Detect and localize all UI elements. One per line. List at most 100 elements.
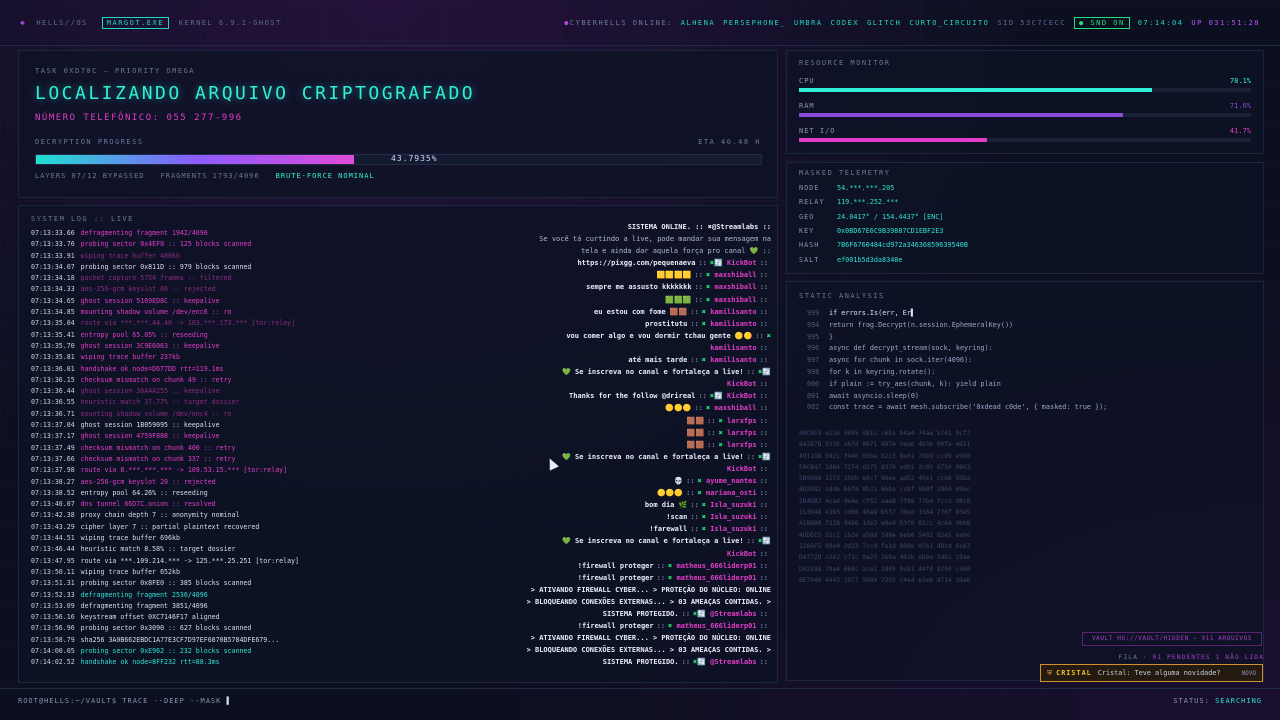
chat-text: 🟫🟫: [686, 428, 705, 437]
progress-fill: [36, 155, 355, 164]
online-user[interactable]: GLITCH: [867, 19, 901, 27]
chat-separator: ::: [759, 404, 768, 413]
command-prompt[interactable]: ROOT@HELLS:~/VAULT$ TRACE --DEEP --MASK …: [18, 697, 232, 705]
chat-text: !firewall proteger: [577, 561, 654, 570]
status-label: STATUS:: [1173, 697, 1210, 705]
chat-badge-icon: ✖🔄: [758, 368, 771, 377]
line-number: 995: [807, 332, 820, 341]
line-number: 000: [807, 379, 820, 388]
log-message: keystream offset 0XC7146F17 aligned: [80, 613, 220, 622]
log-timestamp: 07:13:33.76: [31, 240, 75, 249]
chat-separator: ::: [755, 331, 764, 340]
chat-badge-icon: ✖🔄: [758, 537, 771, 546]
chat-text: SISTEMA PROTEGIDO.: [602, 610, 679, 618]
chat-username: maxshiball: [714, 271, 757, 280]
clock: 07:14:04: [1137, 18, 1184, 27]
log-timestamp: 07:13:47.95: [31, 556, 75, 565]
log-timestamp: 07:14:00.05: [31, 646, 75, 655]
log-message: entropy pool 64.26% :: reseeding: [80, 488, 208, 497]
online-user[interactable]: CURTO_CIRCUITO: [909, 19, 989, 27]
chat-text: 🟡🟡🟡: [665, 404, 692, 413]
log-message: cipher layer 7 :: partial plaintext reco…: [80, 522, 260, 531]
chat-username: maxshiball: [714, 404, 757, 413]
hex-line: D0258A 79a4 068c ac61 3d05 9c01 d4fd 875…: [799, 565, 971, 573]
log-message: checksum mismatch on chunk 49 :: retry: [80, 375, 232, 384]
chat-separator: ::: [759, 489, 768, 498]
telemetry-value: 7B6F6760484cd972a34636859639540B: [837, 241, 968, 249]
chat-separator: ::: [759, 622, 768, 631]
chat-separator: ::: [759, 573, 768, 582]
log-timestamp: 07:13:36.55: [31, 398, 75, 407]
online-user[interactable]: PERSEPHONE_: [723, 19, 786, 27]
top-bar: ◈ HELLS//OS MARGOT.EXE KERNEL 6.9.1-GHOS…: [0, 0, 1280, 46]
phone-number: NÚMERO TELEFÔNICO: 055 277-996: [35, 113, 243, 123]
line-number: 002: [807, 403, 820, 412]
chat-badge-icon: ✖🔄: [758, 452, 771, 461]
vault-badge[interactable]: VAULT HG://VAULT/HIDDEN — 911 ARQUIVOS: [1082, 632, 1262, 646]
chat-separator: ::: [759, 610, 768, 618]
chat-text: !scan: [666, 513, 688, 522]
chat-username: larxfps: [727, 440, 757, 449]
chat-badge-icon: ✖🔄: [693, 610, 706, 618]
chat-username: KickBot: [727, 380, 757, 389]
sound-toggle[interactable]: ● SND ON: [1073, 16, 1130, 29]
chat-message: !farewall:: ✖ Isla_suzuki::: [489, 523, 771, 535]
log-line: 07:13:35.70 ghost session 3C9E6063 :: kee…: [31, 341, 501, 352]
telemetry-key: HASH: [799, 241, 820, 249]
chat-separator: ::: [759, 271, 768, 280]
cpu-label: CPU: [799, 77, 815, 85]
resource-monitor: RESOURCE MONITOR CPU 78.1% RAM 71.6% NET…: [786, 50, 1264, 154]
code-line: 995}: [807, 332, 1107, 344]
log-line: 07:13:42.38 proxy chain depth 7 :: anonym…: [31, 510, 501, 521]
online-user[interactable]: ALHENA: [681, 19, 715, 27]
log-timestamp: 07:13:37.98: [31, 466, 75, 475]
chat-message: 💚 Se inscreva no canal e fortaleça a liv…: [489, 366, 771, 378]
code-text: async for chunk in sock.iter(4096):: [829, 356, 973, 365]
log-message: probing sector 0xE962 :: 232 blocks scan…: [80, 646, 252, 655]
chat-separator: ::: [759, 307, 768, 316]
net-row: NET I/O 41.7%: [799, 127, 1251, 142]
brand-name: HELLS//OS: [36, 18, 88, 27]
chat-message: > ATIVANDO FIREWALL CYBER... > PROTEÇÃO …: [489, 584, 771, 596]
chat-separator: ::: [759, 380, 768, 389]
process-chip[interactable]: MARGOT.EXE: [101, 16, 169, 29]
log-timestamp: 07:13:58.79: [31, 635, 75, 644]
ram-value: 71.6%: [1229, 102, 1251, 110]
text-cursor: ▌: [226, 697, 232, 705]
task-id: TASK 0XD70C — PRIORITY OMEGA: [35, 67, 196, 75]
notification-toast[interactable]: ⛨ CRISTAL Cristal: Teve alguma novidade?…: [1040, 664, 1263, 682]
log-timestamp: 07:13:33.66: [31, 229, 75, 237]
hex-line: 153D48 4393 cd08 40a8 b557 70ed 1564 7f6…: [799, 509, 971, 517]
chat-text: bom dia 🌿: [644, 501, 688, 510]
chat-text: Thanks for the follow @drireal: [569, 392, 696, 401]
log-timestamp: 07:13:44.51: [31, 534, 75, 543]
log-line: 07:14:02.52 handshake ok node=8FF232 rtt=…: [31, 657, 501, 668]
log-message: heuristic match 37.77% :: target dossier: [80, 398, 240, 407]
cpu-fill: [799, 88, 1152, 92]
chat-text: 💚 Se inscreva no canal e fortaleça a liv…: [562, 368, 744, 377]
chat-message: 💚 Se inscreva no canal e fortaleça a liv…: [489, 535, 771, 547]
log-line: 07:13:56.96 probing sector 0x3090 :: 627 …: [31, 623, 501, 634]
chat-message: 🟫🟫:: ✖ larxfps::: [489, 439, 771, 451]
queue-pending: 01 PENDENTES: [1152, 653, 1211, 661]
chat-separator: ::: [656, 622, 666, 631]
log-message: ghost session 5169ED8C :: keepalive: [80, 296, 220, 305]
chat-text: 💚 Se inscreva no canal e fortaleça a liv…: [562, 537, 744, 546]
system-log-panel[interactable]: SYSTEM LOG :: LIVE 07:13:33.66 defragment…: [18, 205, 778, 683]
chat-text: SISTEMA PROTEGIDO.: [602, 658, 679, 667]
resource-title: RESOURCE MONITOR: [799, 59, 891, 67]
log-message: ghost session 1B059095 :: keepalive: [80, 421, 220, 430]
log-timestamp: 07:13:34.33: [31, 285, 75, 294]
online-user[interactable]: UMBRA: [794, 19, 823, 27]
static-analysis: STATIC ANALYSIS 993 if errors.Is(err, Er▌…: [786, 281, 1264, 681]
line-number: 996: [807, 344, 820, 353]
chat-text: sempre me assusto kkkkkkk: [586, 283, 692, 292]
line-number: 998: [807, 367, 820, 376]
log-timestamp: 07:13:51.31: [31, 579, 75, 588]
log-message: heuristic match 8.58% :: target dossier: [80, 545, 236, 554]
hex-line: 8A2B7B 033b a6fd 0071 497e 5ea6 4b3b 00f…: [799, 441, 971, 449]
hex-line: 5B908A 1273 35bb e6cf 9bee ad52 40e1 ccb…: [799, 475, 971, 483]
online-user[interactable]: CODEX: [831, 19, 860, 27]
chat-username: larxfps: [727, 416, 757, 425]
chat-separator: ::: [707, 428, 716, 437]
